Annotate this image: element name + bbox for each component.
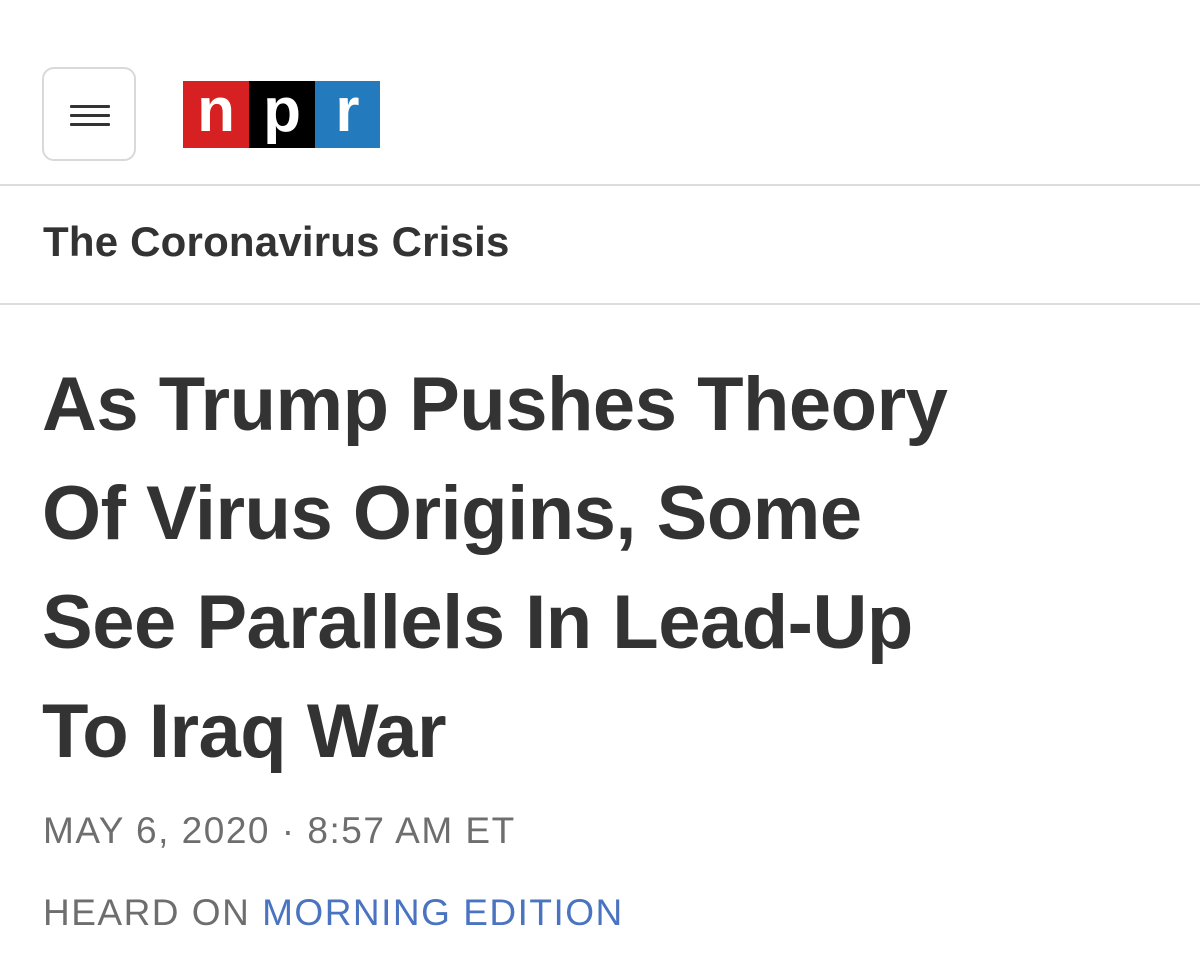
article-dateline: MAY 6, 2020 · 8:57 AM ET <box>43 810 516 852</box>
section-bar: The Coronavirus Crisis <box>0 186 1200 305</box>
article-headline: As Trump Pushes Theory Of Virus Origins,… <box>42 350 1162 786</box>
npr-logo[interactable]: n p r <box>183 79 380 148</box>
menu-button[interactable] <box>42 67 136 161</box>
logo-letter-n: n <box>183 79 249 148</box>
section-link-coronavirus-crisis[interactable]: The Coronavirus Crisis <box>43 218 510 266</box>
program-link-morning-edition[interactable]: MORNING EDITION <box>262 892 624 933</box>
dateline-separator: · <box>281 810 296 851</box>
logo-letter-r: r <box>315 79 380 148</box>
headline-line: See Parallels In Lead-Up <box>42 580 913 665</box>
logo-letter-p: p <box>249 79 315 148</box>
article-date: MAY 6, 2020 <box>43 810 270 851</box>
heard-on-line: HEARD ON MORNING EDITION <box>43 892 624 934</box>
heard-on-prefix: HEARD ON <box>43 892 251 933</box>
headline-line: Of Virus Origins, Some <box>42 471 862 556</box>
hamburger-menu-icon <box>70 105 110 127</box>
headline-line: As Trump Pushes Theory <box>42 362 948 447</box>
article-time: 8:57 AM ET <box>307 810 516 851</box>
headline-line: To Iraq War <box>42 689 447 774</box>
site-header: n p r <box>0 0 1200 186</box>
